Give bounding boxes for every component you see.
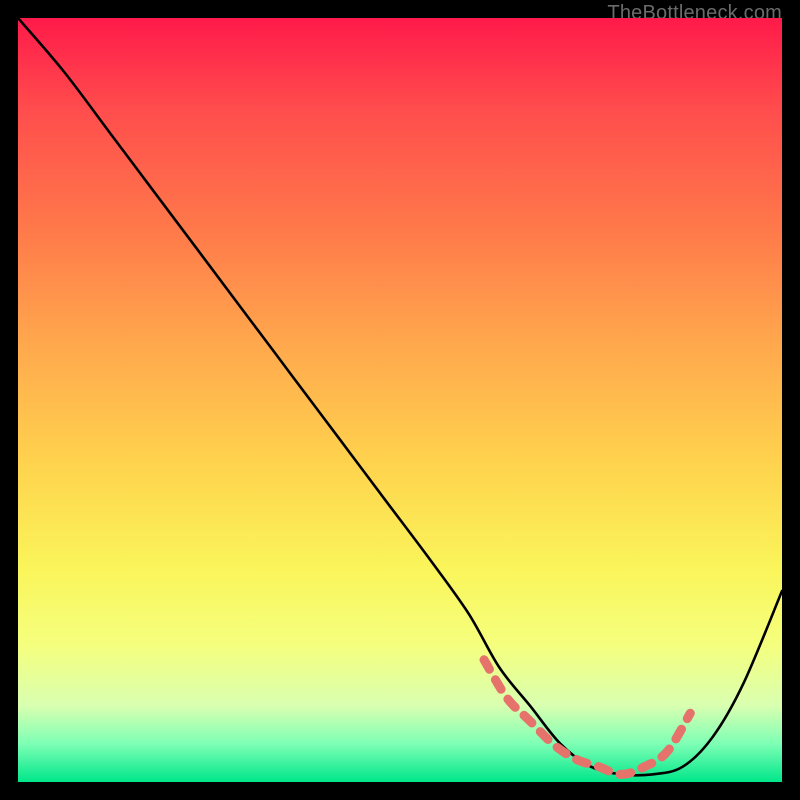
curve-svg <box>18 18 782 782</box>
chart-frame: TheBottleneck.com <box>0 0 800 800</box>
highlight-dash-path <box>484 660 690 775</box>
bottleneck-curve-path <box>18 18 782 775</box>
plot-area <box>18 18 782 782</box>
